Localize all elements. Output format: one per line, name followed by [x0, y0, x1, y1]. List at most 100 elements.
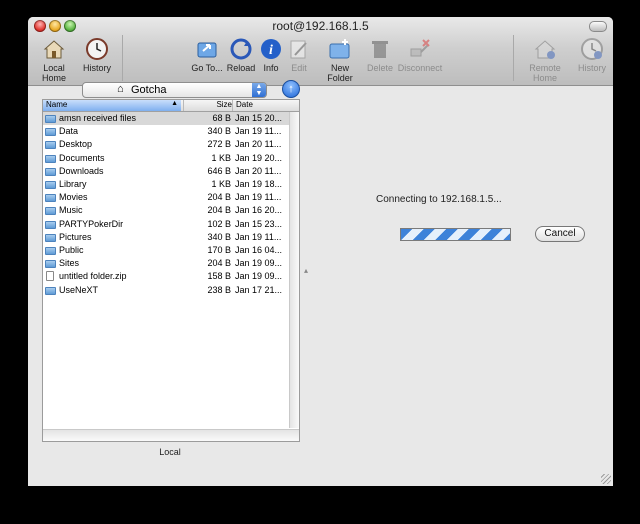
goto-label: Go To... [191, 63, 223, 73]
file-size: 158 B [207, 271, 231, 282]
home-icon [43, 40, 65, 59]
history-button[interactable]: History [80, 37, 114, 73]
folder-icon [45, 207, 56, 216]
file-name: Movies [59, 192, 88, 203]
folder-icon [45, 220, 56, 229]
local-file-browser[interactable]: Name ▲ Size Date amsn received files 68 B J… [42, 99, 300, 442]
edit-button[interactable]: Edit [287, 37, 311, 73]
popup-arrows-icon: ▲ ▼ [252, 83, 266, 97]
new-folder-button[interactable]: New Folder [318, 37, 362, 83]
file-name: Music [59, 205, 83, 216]
split-view-handle[interactable]: ▴ [304, 266, 308, 275]
file-row[interactable]: Movies 204 B Jan 19 11... [43, 191, 289, 204]
file-size: 238 B [207, 284, 231, 295]
file-row[interactable]: amsn received files 68 B Jan 15 20... [43, 112, 289, 125]
delete-button[interactable]: Delete [365, 37, 395, 73]
file-row[interactable]: untitled folder.zip 158 B Jan 19 09... [43, 270, 289, 283]
reload-button[interactable]: Reload [226, 37, 256, 73]
file-name: Desktop [59, 139, 93, 150]
resize-grip[interactable] [601, 474, 611, 484]
trash-icon [372, 41, 388, 58]
goto-button[interactable]: Go To... [190, 37, 224, 73]
file-size: 204 B [207, 205, 231, 216]
file-name: Library [59, 179, 87, 189]
remote-home-label: Remote Home [529, 63, 561, 83]
location-label: Gotcha [131, 84, 167, 96]
file-name: Downloads [59, 165, 104, 176]
file-row[interactable]: UseNeXT 238 B Jan 17 21... [43, 284, 289, 297]
reload-label: Reload [226, 63, 256, 73]
history-label: History [82, 63, 111, 73]
file-row[interactable]: Music 204 B Jan 16 20... [43, 204, 289, 217]
file-row[interactable]: Public 170 B Jan 16 04... [43, 244, 289, 257]
column-header: Name ▲ Size Date [43, 100, 299, 112]
date-column-header[interactable]: Date [232, 100, 253, 111]
local-home-label: Local Home [41, 63, 66, 83]
file-date: Jan 16 20... [235, 205, 283, 216]
folder-icon [45, 194, 56, 203]
vertical-scrollbar[interactable] [289, 112, 299, 428]
remote-home-button[interactable]: Remote Home [517, 37, 573, 83]
file-name: Public [59, 245, 84, 255]
file-row[interactable]: Sites 204 B Jan 19 09... [43, 257, 289, 270]
file-name: Data [59, 126, 79, 137]
remote-history-button[interactable]: History [575, 37, 609, 73]
size-column-header[interactable]: Size [183, 100, 232, 111]
file-row[interactable]: Downloads 646 B Jan 20 11... [43, 165, 289, 178]
file-name: Documents [59, 152, 105, 163]
svg-text:i: i [269, 43, 273, 58]
horizontal-scrollbar[interactable] [43, 429, 299, 441]
window-title: root@192.168.1.5 [272, 19, 369, 33]
file-size: 1 KB [211, 179, 231, 189]
file-row[interactable]: Library 1 KB Jan 19 18... [43, 178, 289, 191]
info-button[interactable]: i Info [259, 37, 283, 73]
reload-icon [230, 38, 252, 60]
remote-history-label: History [577, 63, 606, 73]
file-name: Sites [59, 258, 80, 269]
history-clock-icon [581, 38, 603, 60]
info-icon: i [261, 39, 281, 59]
file-row[interactable]: Pictures 340 B Jan 19 11... [43, 231, 289, 244]
connection-status: Connecting to 192.168.1.5... [376, 194, 502, 205]
file-name: UseNeXT [59, 284, 99, 295]
file-size: 646 B [207, 165, 231, 176]
location-popup[interactable]: ⌂ Gotcha ▲ ▼ [82, 82, 267, 98]
file-row[interactable]: Desktop 272 B Jan 20 11... [43, 138, 289, 151]
toolbar-toggle-button[interactable] [589, 21, 607, 32]
info-label: Info [263, 63, 279, 73]
toolbar-separator [513, 35, 514, 81]
file-date: Jan 19 11... [235, 126, 282, 137]
folder-icon [45, 141, 56, 150]
edit-icon [290, 40, 307, 59]
delete-label: Delete [366, 63, 393, 73]
file-row[interactable]: Documents 1 KB Jan 19 20... [43, 152, 289, 165]
local-pane-label: Local [159, 447, 181, 457]
file-date: Jan 19 09... [235, 258, 283, 269]
file-date: Jan 19 11... [235, 192, 282, 203]
cancel-button[interactable]: Cancel [535, 226, 585, 242]
parent-directory-button[interactable]: ↑ [282, 80, 300, 98]
disconnect-button[interactable]: Disconnect [397, 37, 443, 73]
file-row[interactable]: Data 340 B Jan 19 11... [43, 125, 289, 138]
home-icon: ⌂ [117, 83, 124, 95]
file-size: 204 B [207, 192, 231, 203]
folder-icon [45, 260, 56, 269]
toolbar-separator [122, 35, 123, 81]
file-row[interactable]: PARTYPokerDir 102 B Jan 15 23... [43, 218, 289, 231]
local-home-button[interactable]: Local Home [32, 37, 76, 83]
app-window: root@192.168.1.5 Local Home History Go T… [28, 17, 613, 486]
disconnect-label: Disconnect [397, 63, 443, 73]
file-name: untitled folder.zip [59, 271, 127, 282]
sort-ascending-icon: ▲ [171, 100, 178, 107]
file-size: 204 B [207, 258, 231, 269]
remote-home-icon [534, 40, 556, 59]
name-column-header[interactable]: Name ▲ [43, 100, 181, 111]
file-date: Jan 20 11... [235, 165, 282, 176]
goto-folder-icon [197, 42, 217, 58]
file-date: Jan 19 18... [235, 179, 283, 189]
history-clock-icon [86, 38, 108, 60]
folder-icon [45, 154, 56, 163]
document-icon [46, 271, 54, 282]
folder-icon [45, 247, 56, 255]
file-size: 272 B [207, 139, 231, 150]
